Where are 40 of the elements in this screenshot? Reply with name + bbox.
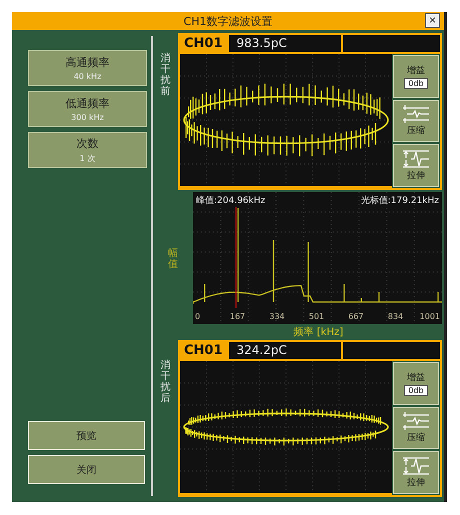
axis-tick-label: 0	[195, 312, 200, 321]
cursor-readout: 光标值:179.21kHz	[360, 196, 439, 206]
parameter-button[interactable]: 高通频率 40 kHz	[28, 50, 147, 86]
gain-label: 增益	[407, 64, 425, 77]
stretch-button[interactable]: 拉伸	[393, 451, 439, 494]
channel-label: CH01	[183, 342, 224, 359]
axis-tick-label: 167	[230, 312, 246, 321]
preview-button[interactable]: 预览	[28, 421, 145, 450]
parameter-value: 40 kHz	[74, 72, 102, 81]
stretch-button[interactable]: 拉伸	[393, 144, 439, 188]
axis-tick-label: 334	[269, 312, 285, 321]
charge-reading: 983.5pC	[228, 35, 341, 52]
parameter-label: 高通频率	[66, 55, 110, 70]
parameter-button[interactable]: 低通频率 300 kHz	[28, 91, 147, 127]
axis-tick-label: 667	[348, 312, 364, 321]
scope-side-label: 消干扰前	[160, 53, 170, 99]
parameter-label: 低通频率	[66, 96, 110, 111]
close-dialog-button[interactable]: 关闭	[28, 455, 145, 484]
axis-label: 幅值	[168, 248, 178, 270]
parameter-value: 1 次	[80, 153, 96, 164]
axis-tick-label: 1001	[420, 312, 440, 321]
axis-tick-label: 834	[388, 312, 404, 321]
scope-side-label: 消干扰后	[160, 360, 170, 406]
gain-value: 0db	[404, 384, 428, 396]
axis-tick-label: 501	[308, 312, 324, 321]
gain-button[interactable]: 增益 0db	[393, 362, 439, 405]
gain-label: 增益	[407, 372, 425, 384]
window-title: CH1数字滤波设置	[184, 14, 272, 28]
compress-button[interactable]: 压缩	[393, 406, 439, 450]
charge-reading: 324.2pC	[228, 342, 341, 359]
gain-button[interactable]: 增益 0db	[393, 55, 439, 98]
axis-label: 频率 [kHz]	[294, 327, 344, 338]
channel-label: CH01	[183, 35, 224, 52]
parameter-value: 300 kHz	[71, 113, 104, 122]
close-button[interactable]: ×	[425, 13, 440, 28]
parameter-button[interactable]: 次数 1 次	[28, 132, 147, 168]
compress-button[interactable]: 压缩	[393, 100, 439, 142]
gain-value: 0db	[404, 78, 428, 89]
parameter-label: 次数	[76, 136, 98, 151]
peak-readout: 峰值:204.96kHz	[196, 196, 266, 206]
